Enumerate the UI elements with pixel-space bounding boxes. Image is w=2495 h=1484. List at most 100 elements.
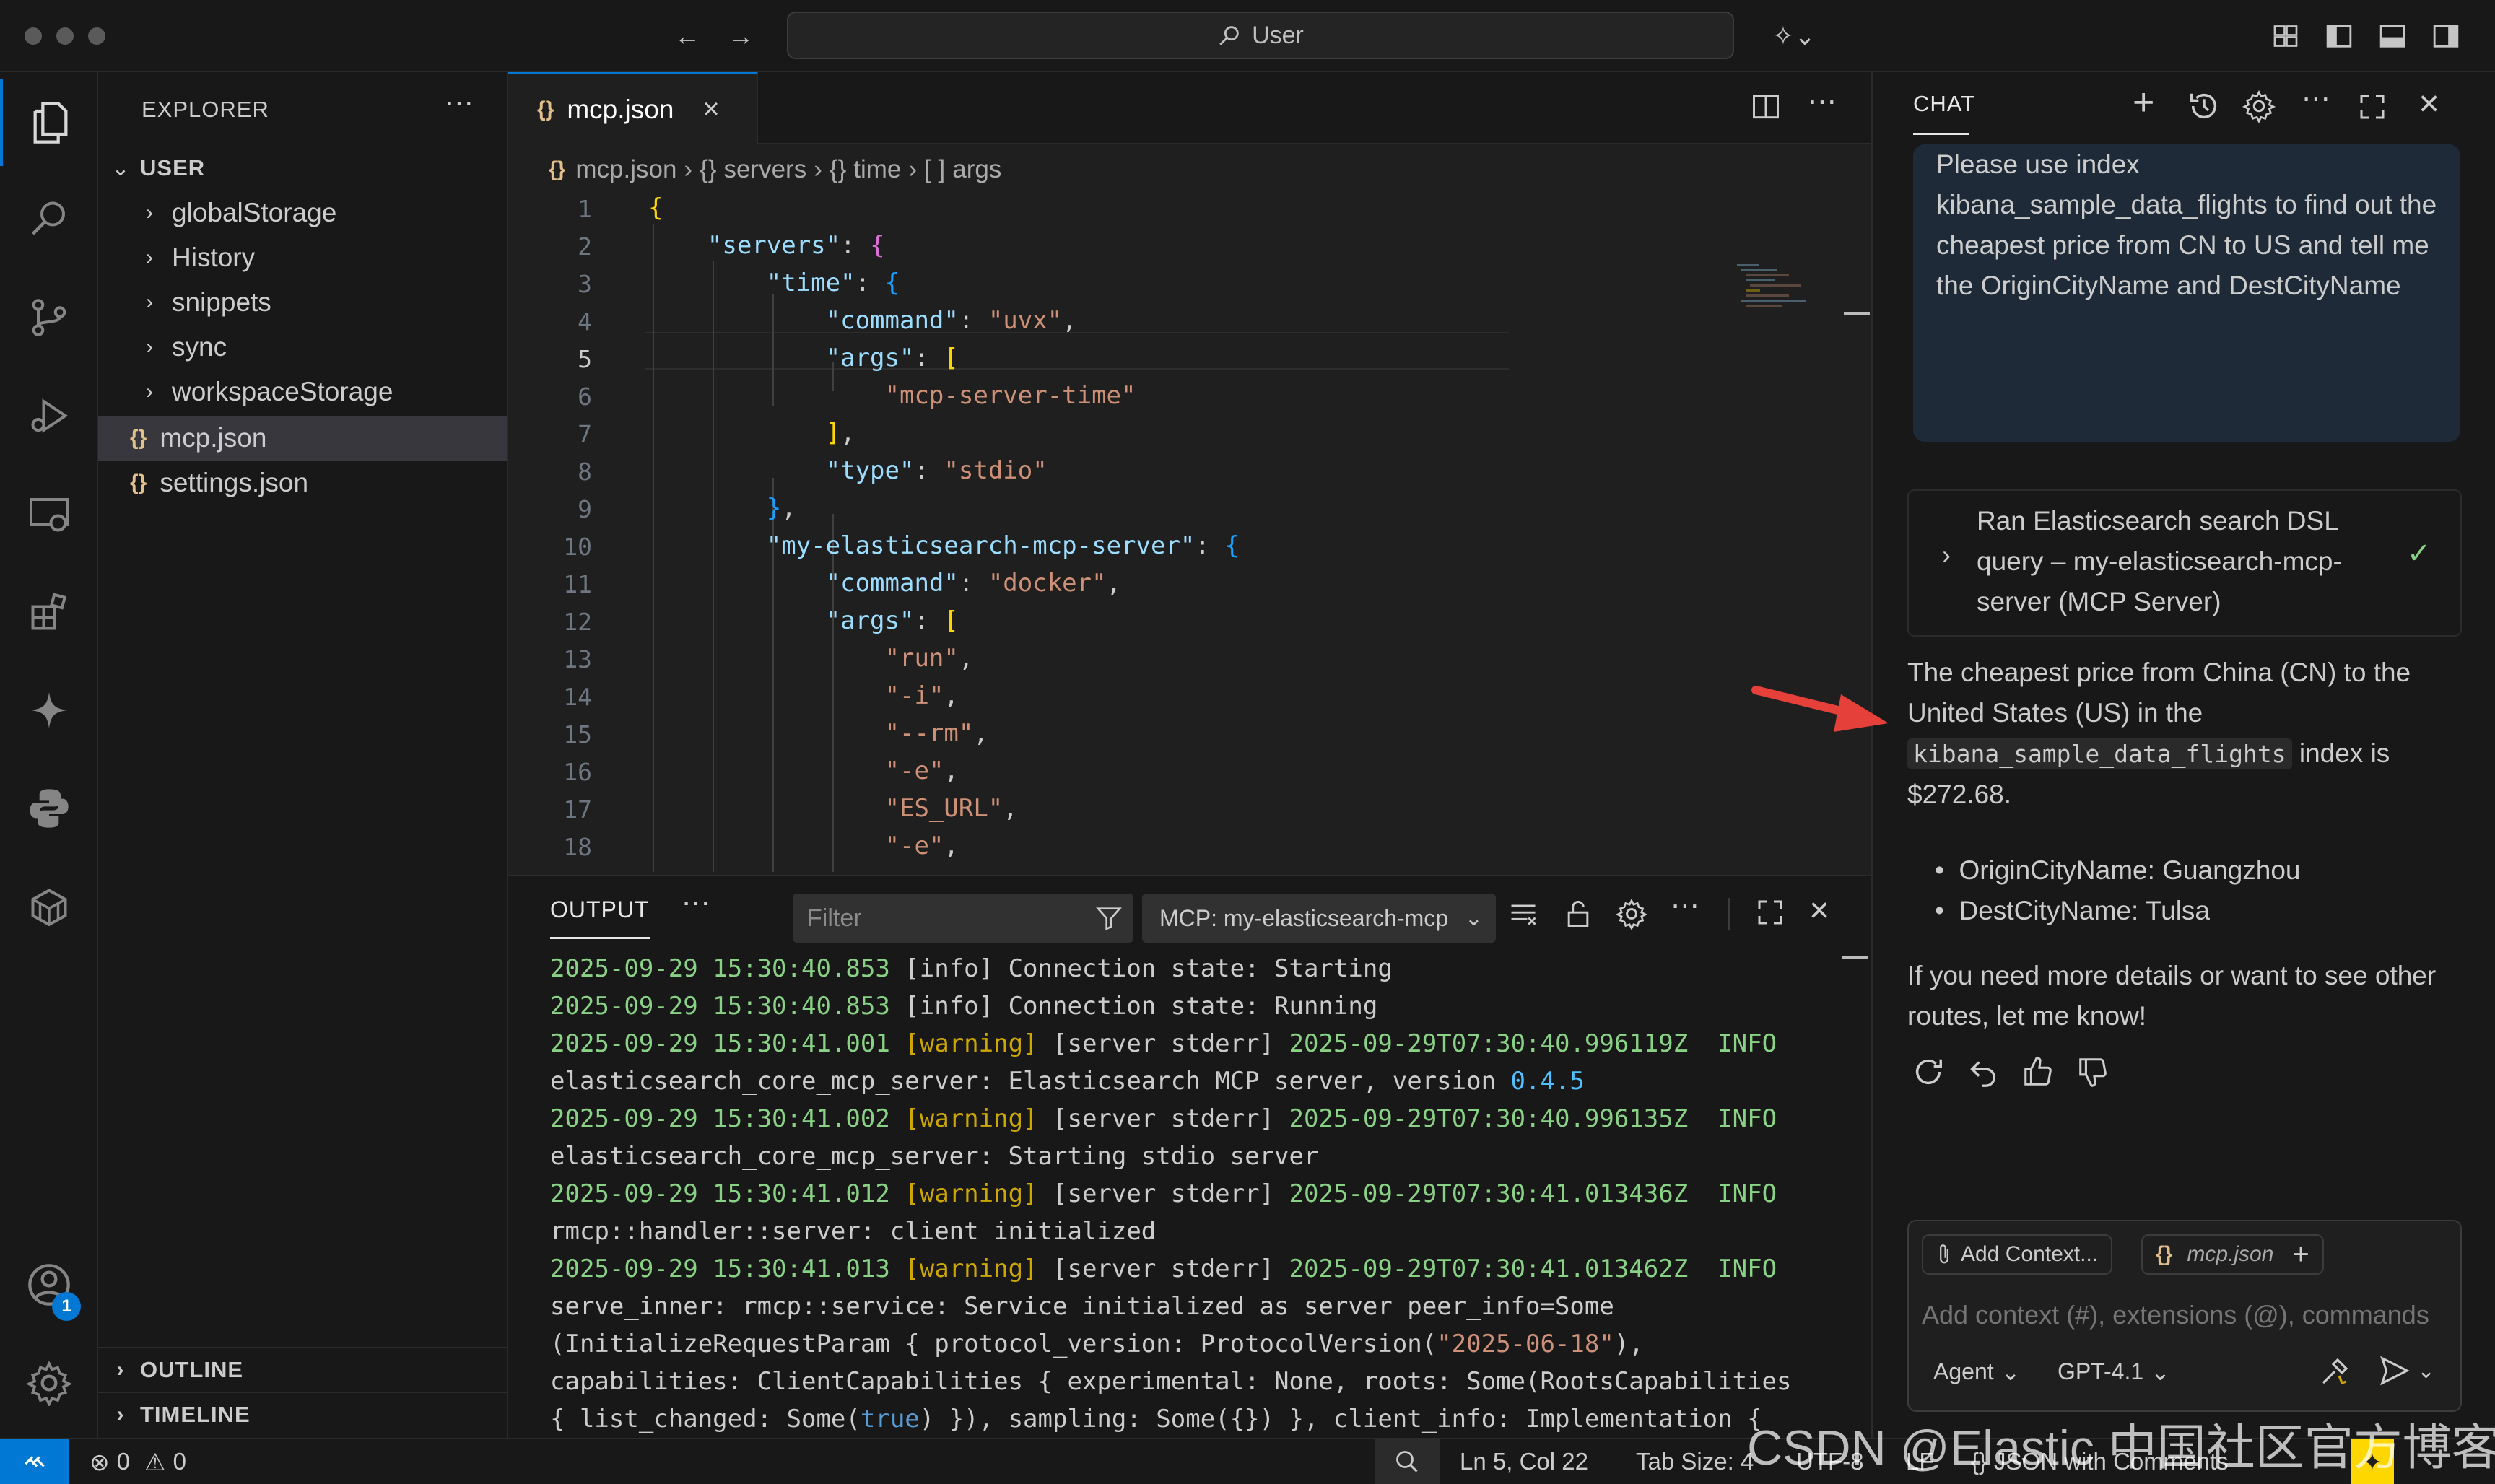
remote-indicator[interactable]	[0, 1439, 69, 1484]
python-icon[interactable]	[0, 765, 98, 852]
tab-mcp-json[interactable]: {} mcp.json ×	[508, 72, 758, 144]
chevron-right-icon: ›	[146, 290, 153, 314]
run-debug-icon[interactable]	[0, 372, 98, 459]
mode-select[interactable]: Agent ⌄	[1933, 1358, 2020, 1386]
tab-size[interactable]: Tab Size: 4	[1636, 1439, 1754, 1484]
tree-item-snippets[interactable]: › snippets	[98, 280, 507, 325]
filter-icon[interactable]	[1094, 904, 1123, 933]
minimize-window-button[interactable]	[56, 27, 74, 45]
editor-more-icon[interactable]: ⋯	[1808, 85, 1837, 118]
search-icon[interactable]	[0, 176, 98, 263]
line-number: 13	[563, 645, 592, 673]
line-number: 16	[563, 758, 592, 786]
tab-output[interactable]: OUTPUT	[550, 896, 650, 923]
tree-item-sync[interactable]: › sync	[98, 325, 507, 370]
settings-gear-icon[interactable]	[0, 1340, 98, 1426]
toggle-panel-icon[interactable]	[2374, 17, 2411, 55]
log-line: (InitializeRequestParam { protocol_versi…	[550, 1330, 1644, 1358]
mode-value: Agent	[1933, 1358, 1994, 1384]
filter-input[interactable]: Filter	[793, 894, 1133, 943]
chevron-down-icon: ⌄	[111, 156, 130, 180]
editor-group: {} mcp.json × ⋯ {} mcp.json › {} servers…	[508, 72, 1871, 875]
watermark: CSDN @Elastic 中国社区官方博客	[1747, 1420, 2495, 1475]
source-control-icon[interactable]	[0, 274, 98, 361]
tree-root-user[interactable]: ⌄ USER	[98, 146, 507, 191]
toggle-sidebar-icon[interactable]	[2320, 17, 2358, 55]
thumbs-down-icon[interactable]	[2076, 1055, 2109, 1088]
output-more-icon[interactable]: ⋯	[1671, 889, 1699, 922]
minimap[interactable]	[1733, 261, 1819, 362]
undo-icon[interactable]	[1967, 1055, 2000, 1088]
line-number: 5	[578, 345, 592, 373]
timeline-section[interactable]: › TIMELINE	[98, 1392, 507, 1436]
thumbs-up-icon[interactable]	[2021, 1055, 2055, 1088]
zoom-icon[interactable]	[1375, 1439, 1440, 1484]
send-button[interactable]: ⌄	[2378, 1354, 2435, 1387]
close-window-button[interactable]	[25, 27, 42, 45]
lock-scroll-icon[interactable]	[1562, 898, 1594, 930]
explorer-icon[interactable]	[0, 79, 98, 166]
cursor-position[interactable]: Ln 5, Col 22	[1460, 1439, 1588, 1484]
clear-output-icon[interactable]	[1507, 898, 1539, 930]
chat-history-icon[interactable]	[2187, 90, 2221, 123]
model-select[interactable]: GPT-4.1 ⌄	[2058, 1358, 2170, 1386]
tool-call-box[interactable]: › Ran Elasticsearch search DSL query – m…	[1907, 489, 2462, 637]
user-message-text: Please use index kibana_sample_data_flig…	[1936, 149, 2437, 300]
tree-item-globalstorage[interactable]: › globalStorage	[98, 191, 507, 235]
context-file-chip[interactable]: {} mcp.json +	[2141, 1234, 2324, 1275]
chat-settings-gear-icon[interactable]	[2242, 90, 2276, 123]
filter-placeholder: Filter	[807, 904, 862, 932]
remote-explorer-icon[interactable]	[0, 471, 98, 557]
breadcrumb-item[interactable]: args	[952, 155, 1001, 184]
copilot-star-icon[interactable]	[0, 667, 98, 754]
toggle-secondary-sidebar-icon[interactable]	[2427, 17, 2465, 55]
tools-icon[interactable]	[2317, 1354, 2352, 1389]
output-channel-value: MCP: my-elasticsearch-mcp-server	[1159, 904, 1448, 931]
close-chat-icon[interactable]: ×	[2418, 82, 2439, 124]
breadcrumb-item[interactable]: servers	[723, 155, 806, 184]
maximize-window-button[interactable]	[88, 27, 105, 45]
chat-more-icon[interactable]: ⋯	[2302, 82, 2330, 115]
chevron-right-icon: ›	[146, 335, 153, 359]
add-icon[interactable]: +	[2292, 1239, 2309, 1271]
code-editor[interactable]: 1 2 3 4 5 6 7 8 9 10 11 12 13 14 15 16 1…	[508, 189, 1871, 872]
code-line: "ES_API_KEY",	[648, 869, 1077, 872]
panel-more-icon[interactable]: ⋯	[682, 886, 710, 920]
breadcrumb-item[interactable]: mcp.json	[575, 155, 676, 184]
tree-item-settings-json[interactable]: {} settings.json	[98, 461, 507, 505]
retry-icon[interactable]	[1912, 1055, 1945, 1088]
back-arrow-icon[interactable]: ←	[669, 17, 706, 55]
more-actions-icon[interactable]: ⋯	[445, 87, 474, 120]
output-channel-select[interactable]: MCP: my-elasticsearch-mcp-server ⌄	[1142, 894, 1496, 943]
chevron-right-icon: ›	[146, 380, 153, 403]
split-editor-icon[interactable]	[1750, 91, 1782, 123]
layout-customize-icon[interactable]	[2267, 17, 2304, 55]
command-center-search[interactable]: User	[787, 12, 1734, 59]
close-tab-icon[interactable]: ×	[702, 93, 719, 126]
accounts-icon[interactable]: 1	[0, 1241, 98, 1328]
tree-item-label: workspaceStorage	[172, 377, 393, 406]
breadcrumb-item[interactable]: time	[853, 155, 901, 184]
output-settings-gear-icon[interactable]	[1616, 898, 1647, 930]
new-chat-icon[interactable]: +	[2133, 81, 2154, 124]
problems-indicator[interactable]: ⊗ 0 ⚠ 0	[90, 1439, 186, 1484]
extensions-icon[interactable]	[0, 569, 98, 655]
forward-arrow-icon[interactable]: →	[722, 17, 759, 55]
close-panel-icon[interactable]: ×	[1809, 891, 1829, 930]
copilot-sparkle-icon[interactable]: ✧⌄	[1762, 17, 1826, 55]
add-context-button[interactable]: Add Context...	[1922, 1234, 2113, 1275]
tree-item-mcp-json[interactable]: {} mcp.json	[98, 416, 507, 461]
outline-section[interactable]: › OUTLINE	[98, 1347, 507, 1392]
tree-item-history[interactable]: › History	[98, 235, 507, 280]
chevron-down-icon: ⌄	[2417, 1358, 2436, 1383]
chat-input-field[interactable]	[1922, 1293, 2447, 1337]
maximize-chat-icon[interactable]	[2358, 92, 2387, 121]
code-line: "args": [	[825, 606, 959, 635]
bullet-text: DestCityName: Tulsa	[1959, 896, 2211, 925]
containers-icon[interactable]	[0, 863, 98, 950]
code-line: "run",	[884, 644, 974, 673]
log-line: 2025-09-29 15:30:41.013 [warning] [serve…	[550, 1254, 1777, 1283]
maximize-panel-icon[interactable]	[1756, 898, 1785, 927]
tree-item-workspacestorage[interactable]: › workspaceStorage	[98, 370, 507, 414]
line-number: 15	[563, 720, 592, 748]
